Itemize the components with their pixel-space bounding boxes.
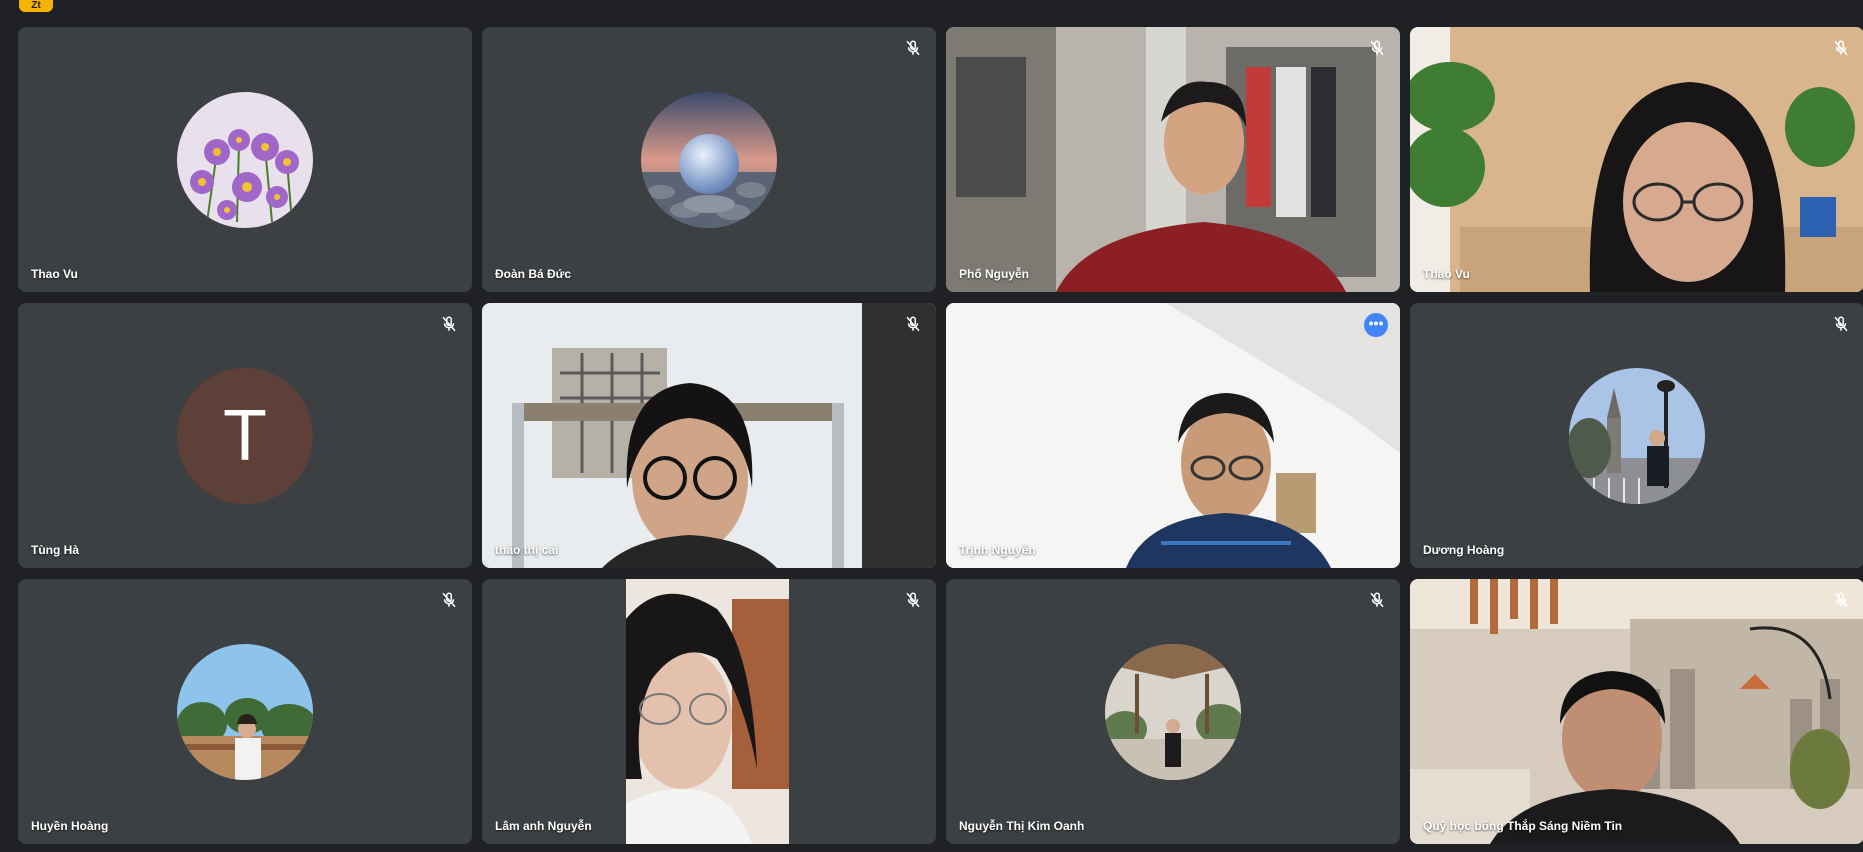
meeting-stage: Zt Thao Vu Đoàn Bá Đức Phố Nguyễn Thao V… (0, 0, 1863, 852)
mic-off-icon (1834, 40, 1848, 56)
mic-off-icon (442, 316, 456, 332)
participant-name: thảo thị cải (495, 543, 559, 557)
participant-tile[interactable]: Thao Vu (1410, 27, 1863, 292)
mic-off-icon (1834, 316, 1848, 332)
participant-avatar (177, 91, 313, 228)
top-badge[interactable]: Zt (19, 0, 53, 12)
more-options-icon[interactable]: ••• (1364, 313, 1388, 337)
participant-tile[interactable]: Quỹ học bổng Thắp Sáng Niềm Tin (1410, 579, 1863, 844)
participant-video (1410, 27, 1863, 292)
participant-video (946, 27, 1400, 292)
participant-grid: Thao Vu Đoàn Bá Đức Phố Nguyễn Thao Vu T… (18, 27, 1863, 845)
participant-tile[interactable]: T Tùng Hà (18, 303, 472, 568)
participant-tile[interactable]: Nguyễn Thị Kim Oanh (946, 579, 1400, 844)
mic-off-icon (1370, 592, 1384, 608)
participant-avatar (1569, 367, 1705, 504)
mic-off-icon (1370, 40, 1384, 56)
mic-off-icon (906, 592, 920, 608)
mic-off-icon (906, 316, 920, 332)
participant-tile[interactable]: thảo thị cải (482, 303, 936, 568)
participant-name: Phố Nguyễn (959, 267, 1030, 281)
participant-name: Thao Vu (31, 267, 78, 281)
participant-video (1410, 579, 1863, 844)
participant-tile[interactable]: Đoàn Bá Đức (482, 27, 936, 292)
participant-video (482, 303, 936, 568)
participant-avatar (177, 643, 313, 780)
mic-off-icon (906, 40, 920, 56)
participant-name: Đoàn Bá Đức (495, 267, 572, 281)
participant-tile[interactable]: Dương Hoàng (1410, 303, 1863, 568)
participant-name: Lâm anh Nguyễn (495, 819, 592, 833)
participant-name: Huyền Hoàng (31, 819, 109, 833)
participant-name: Thao Vu (1423, 267, 1470, 281)
participant-name: Dương Hoàng (1423, 543, 1505, 557)
participant-name: Nguyễn Thị Kim Oanh (959, 819, 1085, 833)
participant-tile[interactable]: Huyền Hoàng (18, 579, 472, 844)
participant-name: Trịnh Nguyễn (959, 543, 1036, 557)
participant-video (946, 303, 1400, 568)
participant-avatar (1105, 643, 1241, 780)
participant-tile[interactable]: Lâm anh Nguyễn (482, 579, 936, 844)
participant-video (626, 579, 789, 844)
mic-off-icon (442, 592, 456, 608)
letter-avatar: T (177, 367, 313, 504)
participant-tile-active[interactable]: ••• Trịnh Nguyễn (946, 303, 1400, 568)
participant-name: Quỹ học bổng Thắp Sáng Niềm Tin (1423, 819, 1623, 833)
participant-tile[interactable]: Thao Vu (18, 27, 472, 292)
participant-name: Tùng Hà (31, 543, 79, 557)
participant-avatar (641, 91, 777, 228)
participant-tile[interactable]: Phố Nguyễn (946, 27, 1400, 292)
mic-off-icon (1834, 592, 1848, 608)
